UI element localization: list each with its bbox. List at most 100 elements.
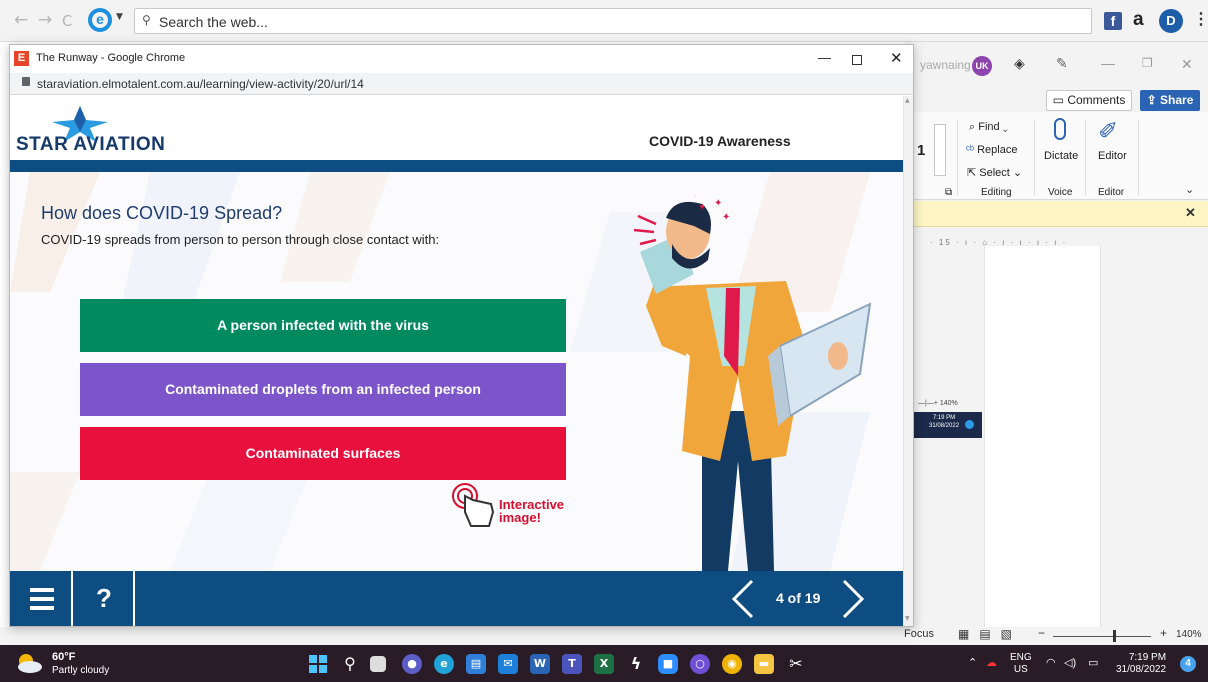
next-slide-button[interactable] bbox=[838, 579, 868, 619]
notification-bar bbox=[905, 201, 1208, 227]
popup-url-bar[interactable]: staraviation.elmotalent.com.au/learning/… bbox=[10, 73, 913, 95]
partly-cloudy-icon[interactable] bbox=[12, 652, 44, 674]
facebook-icon[interactable]: f bbox=[1104, 12, 1122, 30]
input-language[interactable]: ENG US bbox=[1010, 652, 1032, 676]
font-size-value[interactable]: 1 bbox=[917, 142, 925, 159]
coughing-man-illustration[interactable]: ✦ ✦ ✦ bbox=[610, 196, 880, 571]
ie-logo-icon[interactable]: e bbox=[88, 8, 112, 32]
group-editor-label: Editor bbox=[1098, 187, 1125, 198]
dialog-launcher-icon[interactable]: ⧉ bbox=[945, 187, 952, 198]
svg-text:✦: ✦ bbox=[722, 212, 730, 223]
menu-button[interactable] bbox=[10, 571, 73, 626]
battery-icon[interactable]: ▭ bbox=[1088, 657, 1098, 669]
replace-button[interactable]: ᶜᵇ Replace bbox=[966, 144, 1017, 156]
help-button[interactable]: ? bbox=[75, 571, 135, 626]
tap-hand-icon bbox=[452, 483, 495, 527]
tray-overflow-icon[interactable]: ⌃ bbox=[968, 657, 977, 669]
zoom-slider[interactable] bbox=[1053, 636, 1151, 637]
interactive-line-2: image! bbox=[499, 510, 541, 525]
question-title: How does COVID-19 Spread? bbox=[41, 203, 283, 223]
find-button[interactable]: ⌕ Find ⌄ bbox=[969, 121, 1008, 134]
language-region: US bbox=[1013, 664, 1028, 675]
pen-icon[interactable]: ✎ bbox=[1056, 56, 1068, 72]
weather-condition: Partly cloudy bbox=[52, 665, 110, 676]
zoom-slider-knob[interactable] bbox=[1113, 630, 1116, 642]
zoom-level[interactable]: 140% bbox=[1176, 629, 1202, 640]
amazon-icon[interactable]: a bbox=[1133, 9, 1144, 31]
back-button[interactable]: ← bbox=[14, 10, 28, 30]
volume-icon[interactable]: ◁) bbox=[1064, 657, 1076, 669]
chat-icon[interactable]: ● bbox=[402, 654, 422, 674]
excel-icon[interactable]: X bbox=[594, 654, 614, 674]
refresh-button[interactable]: C bbox=[62, 12, 72, 30]
windows-start-icon[interactable] bbox=[308, 654, 328, 674]
comments-button[interactable]: ▭ Comments bbox=[1046, 90, 1132, 111]
focus-button[interactable]: Focus bbox=[904, 628, 934, 640]
word-icon[interactable]: W bbox=[530, 654, 550, 674]
dictate-button[interactable]: Dictate bbox=[1044, 150, 1078, 162]
elmo-favicon-icon: E bbox=[14, 51, 29, 66]
previous-slide-button[interactable] bbox=[728, 579, 758, 619]
circle-app-icon[interactable]: ○ bbox=[690, 654, 710, 674]
store-icon[interactable]: ▤ bbox=[466, 654, 486, 674]
ribbon-separator bbox=[1034, 120, 1035, 195]
group-voice-label: Voice bbox=[1048, 187, 1073, 198]
popup-close-button[interactable]: ✕ bbox=[890, 49, 903, 67]
popup-maximize-button[interactable] bbox=[852, 55, 862, 65]
zoom-out-button[interactable]: − bbox=[1038, 626, 1045, 640]
share-button[interactable]: ⇪ Share bbox=[1140, 90, 1200, 111]
more-options-icon[interactable]: ⋮ bbox=[1193, 9, 1208, 29]
lock-icon bbox=[22, 77, 30, 86]
course-footer-nav bbox=[10, 571, 903, 626]
web-search-input[interactable]: ⚲ Search the web... bbox=[134, 8, 1092, 34]
popup-minimize-button[interactable]: — bbox=[818, 50, 831, 65]
editor-pen-icon[interactable]: ✐ bbox=[1098, 117, 1118, 145]
chrome-popup-window: E The Runway - Google Chrome — ✕ staravi… bbox=[9, 44, 914, 627]
snip-icon[interactable]: ✂ bbox=[786, 654, 806, 674]
wifi-icon[interactable]: ◠ bbox=[1046, 657, 1056, 669]
search-icon[interactable]: ⚲ bbox=[340, 654, 360, 674]
popup-url[interactable]: staraviation.elmotalent.com.au/learning/… bbox=[37, 77, 364, 91]
word-minimize-button[interactable]: — bbox=[1101, 55, 1115, 71]
notification-close-button[interactable]: ✕ bbox=[1185, 205, 1196, 221]
option-contaminated-surfaces-button[interactable]: Contaminated surfaces bbox=[80, 427, 566, 480]
scroll-up-icon[interactable]: ▲ bbox=[905, 97, 910, 104]
zoom-in-button[interactable]: + bbox=[1160, 626, 1167, 640]
chrome-icon[interactable]: ◉ bbox=[722, 654, 742, 674]
view-mode-icons[interactable]: ▦▤▧ bbox=[958, 627, 1022, 641]
forward-button[interactable]: → bbox=[38, 10, 52, 30]
chevron-down-icon[interactable]: ▼ bbox=[116, 12, 123, 22]
group-editing-label: Editing bbox=[981, 187, 1012, 198]
diamond-icon[interactable]: ◈ bbox=[1014, 56, 1025, 72]
zoom-icon[interactable]: ■ bbox=[658, 654, 678, 674]
task-view-icon[interactable] bbox=[370, 656, 386, 672]
file-explorer-icon[interactable]: ▬ bbox=[754, 654, 774, 674]
option-infected-person-button[interactable]: A person infected with the virus bbox=[80, 299, 566, 352]
word-close-button[interactable]: ✕ bbox=[1181, 56, 1193, 73]
edge-icon[interactable]: e bbox=[434, 654, 454, 674]
ribbon-separator bbox=[1138, 120, 1139, 195]
language-code: ENG bbox=[1010, 652, 1032, 663]
notification-badge[interactable]: 4 bbox=[1180, 656, 1196, 672]
network-warning-icon[interactable]: ☁ bbox=[986, 657, 997, 669]
ribbon-separator bbox=[1085, 120, 1086, 195]
collapse-ribbon-icon[interactable]: ⌄ bbox=[1185, 183, 1194, 196]
document-page[interactable] bbox=[984, 246, 1101, 631]
star-aviation-logo: STAR AVIATION bbox=[16, 134, 166, 155]
font-size-spinner[interactable] bbox=[934, 124, 946, 176]
teams-icon[interactable]: T bbox=[562, 654, 582, 674]
option-contaminated-droplets-button[interactable]: Contaminated droplets from an infected p… bbox=[80, 363, 566, 416]
avatar[interactable]: UK bbox=[972, 56, 992, 76]
system-clock[interactable]: 7:19 PM 31/08/2022 bbox=[1116, 652, 1166, 676]
scroll-down-icon[interactable]: ▼ bbox=[905, 615, 910, 622]
editor-button[interactable]: Editor bbox=[1098, 150, 1127, 162]
popup-scrollbar[interactable] bbox=[903, 96, 913, 626]
app-icon[interactable]: ϟ bbox=[626, 654, 646, 674]
svg-text:✦: ✦ bbox=[714, 198, 722, 209]
mail-icon[interactable]: ✉ bbox=[498, 654, 518, 674]
microphone-icon[interactable] bbox=[1054, 118, 1066, 140]
extension-icon[interactable]: D bbox=[1159, 9, 1183, 33]
word-restore-button[interactable]: ❐ bbox=[1142, 56, 1153, 70]
header-stripe bbox=[10, 160, 903, 172]
select-button[interactable]: ⇱ Select ⌄ bbox=[967, 166, 1022, 179]
